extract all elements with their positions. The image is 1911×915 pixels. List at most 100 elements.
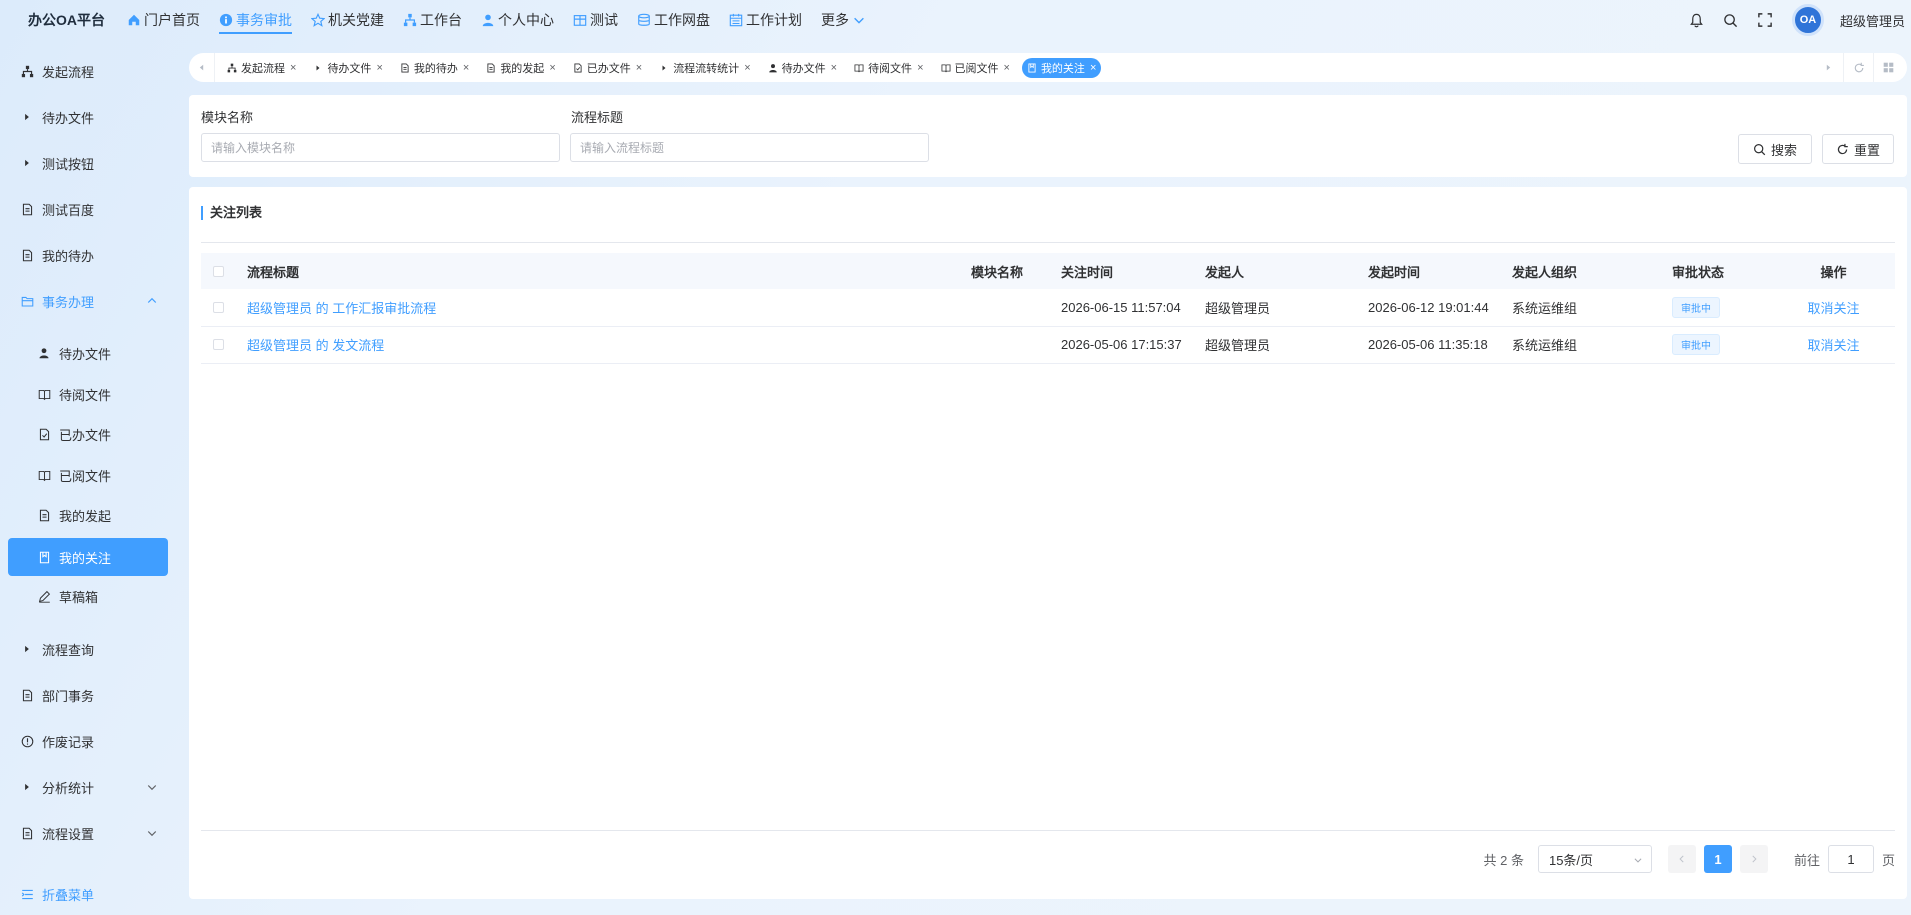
tabs-scroll-left-button[interactable]	[189, 53, 215, 82]
nav-item-test[interactable]: 测试	[573, 0, 618, 40]
sidebar-item-start-process[interactable]: 发起流程	[8, 54, 168, 88]
column-header[interactable]: 发起时间	[1368, 253, 1512, 289]
tab-done-files[interactable]: 已办文件 ×	[568, 58, 647, 78]
book-icon	[941, 63, 951, 73]
tab-process-flow-stats[interactable]: 流程流转统计 ×	[654, 58, 755, 78]
process-title-link[interactable]: 超级管理员 的 工作汇报审批流程	[247, 301, 436, 316]
tab-my-initiated[interactable]: 我的发起 ×	[481, 58, 560, 78]
nav-item-affairs-approval[interactable]: 事务审批	[219, 0, 292, 40]
column-header[interactable]: 发起人组织	[1512, 253, 1672, 289]
tab-pending-files-sub[interactable]: 待办文件 ×	[763, 58, 842, 78]
sidebar-item-analysis-stats[interactable]: 分析统计	[8, 770, 168, 804]
tab-read-files[interactable]: 已阅文件 ×	[936, 58, 1015, 78]
process-title-input[interactable]	[570, 133, 929, 162]
tabs-scroll-right-button[interactable]	[1813, 53, 1843, 82]
close-icon[interactable]: ×	[831, 62, 837, 74]
close-icon[interactable]: ×	[744, 62, 750, 74]
sidebar-item-test-button[interactable]: 测试按钮	[8, 146, 168, 180]
nav-item-label: 个人中心	[498, 12, 554, 28]
close-icon[interactable]: ×	[1090, 62, 1096, 74]
sidebar-item-my-follows[interactable]: 我的关注	[8, 538, 168, 576]
book-icon	[37, 468, 51, 482]
next-page-button[interactable]	[1739, 845, 1768, 873]
nav-item-party-building[interactable]: 机关党建	[311, 0, 384, 40]
avatar[interactable]: OA	[1791, 4, 1824, 36]
nav-item-work-drive[interactable]: 工作网盘	[637, 0, 710, 40]
chevron-down-icon	[147, 785, 157, 791]
tab-my-follows[interactable]: 我的关注 ×	[1021, 57, 1102, 78]
sidebar-item-done-files[interactable]: 已办文件	[8, 417, 168, 451]
close-icon[interactable]: ×	[463, 62, 469, 74]
unfollow-link[interactable]: 取消关注	[1807, 338, 1859, 353]
list-title: 关注列表	[201, 206, 262, 220]
document-icon	[20, 248, 34, 262]
select-all-checkbox[interactable]	[213, 265, 224, 277]
page-unit-label: 页	[1881, 852, 1895, 868]
sidebar-item-void-records[interactable]: 作废记录	[8, 724, 168, 758]
username-label[interactable]: 超级管理员	[1840, 11, 1905, 30]
sidebar-item-process-query[interactable]: 流程查询	[8, 632, 168, 666]
tab-start-process[interactable]: 发起流程 ×	[222, 58, 301, 78]
close-icon[interactable]: ×	[917, 62, 923, 74]
sidebar-item-my-todo[interactable]: 我的待办	[8, 238, 168, 272]
sidebar-item-to-read-files[interactable]: 待阅文件	[8, 377, 168, 411]
close-icon[interactable]: ×	[1004, 62, 1010, 74]
column-header[interactable]: 关注时间	[1061, 253, 1205, 289]
page-number-current[interactable]: 1	[1703, 845, 1732, 873]
table-row: 超级管理员 的 工作汇报审批流程 2026-06-15 11:57:04 超级管…	[201, 289, 1895, 326]
search-icon[interactable]	[1722, 11, 1740, 29]
sidebar-item-my-initiated[interactable]: 我的发起	[8, 498, 168, 532]
search-icon	[1754, 143, 1766, 155]
row-checkbox[interactable]	[213, 301, 224, 313]
nav-item-work-plan[interactable]: 工作计划	[729, 0, 802, 40]
close-icon[interactable]: ×	[376, 62, 382, 74]
column-header[interactable]: 发起人	[1205, 253, 1368, 289]
column-header[interactable]: 流程标题	[247, 253, 971, 289]
sidebar-item-pending-files[interactable]: 待办文件	[8, 100, 168, 134]
sidebar-item-drafts[interactable]: 草稿箱	[8, 579, 168, 613]
fullscreen-icon[interactable]	[1756, 11, 1774, 29]
unfollow-link[interactable]: 取消关注	[1807, 301, 1859, 316]
home-icon	[128, 14, 140, 26]
brand-title: 办公OA平台	[28, 12, 105, 28]
refresh-tab-button[interactable]	[1843, 53, 1873, 82]
nav-item-workbench[interactable]: 工作台	[403, 0, 462, 40]
sidebar-item-read-files[interactable]: 已阅文件	[8, 458, 168, 492]
top-nav: 门户首页 事务审批 机关党建 工作台 个人中心 测试 工作网盘 工作计划 更多	[127, 0, 885, 40]
close-icon[interactable]: ×	[549, 62, 555, 74]
nav-item-more[interactable]: 更多	[821, 0, 866, 40]
caret-right-icon	[20, 642, 34, 656]
tab-pending-files[interactable]: 待办文件 ×	[308, 58, 387, 78]
bell-icon[interactable]	[1688, 11, 1706, 29]
sidebar-item-department-affairs[interactable]: 部门事务	[8, 678, 168, 712]
nav-item-portal-home[interactable]: 门户首页	[127, 0, 200, 40]
caret-right-icon	[1826, 64, 1830, 71]
tab-my-todo[interactable]: 我的待办 ×	[395, 58, 474, 78]
close-icon[interactable]: ×	[290, 62, 296, 74]
row-checkbox[interactable]	[213, 339, 224, 350]
page-size-select[interactable]: 15条/页	[1537, 845, 1652, 873]
tabs-menu-button[interactable]	[1873, 53, 1903, 82]
status-badge: 审批中	[1672, 334, 1720, 355]
page-jump-input[interactable]	[1827, 845, 1874, 873]
sidebar-item-process-settings[interactable]: 流程设置	[8, 816, 168, 850]
sidebar-item-affairs-handling[interactable]: 事务办理	[8, 284, 168, 318]
collapse-menu-button[interactable]: 折叠菜单	[8, 877, 168, 911]
top-navbar: 办公OA平台 门户首页 事务审批 机关党建 工作台 个人中心 测试 工作网盘 工…	[0, 0, 1911, 40]
column-header[interactable]: 模块名称	[971, 253, 1061, 289]
close-icon[interactable]: ×	[636, 62, 642, 74]
prev-page-button[interactable]	[1667, 845, 1696, 873]
sidebar-item-test-baidu[interactable]: 测试百度	[8, 192, 168, 226]
sidebar-item-label: 我的待办	[42, 248, 95, 264]
column-header[interactable]: 审批状态	[1672, 253, 1772, 289]
module-name-input[interactable]	[201, 133, 560, 162]
nav-item-label: 更多	[821, 12, 849, 28]
search-button[interactable]: 搜索	[1738, 134, 1812, 164]
nav-item-personal-center[interactable]: 个人中心	[481, 0, 554, 40]
sidebar-item-pending-files-sub[interactable]: 待办文件	[8, 336, 168, 370]
process-title-link[interactable]: 超级管理员 的 发文流程	[247, 338, 384, 353]
reset-button[interactable]: 重置	[1822, 134, 1894, 164]
tab-label: 我的发起	[500, 62, 545, 75]
search-panel: 模块名称 流程标题 搜索 重置	[189, 95, 1907, 177]
tab-to-read-files[interactable]: 待阅文件 ×	[849, 58, 928, 78]
